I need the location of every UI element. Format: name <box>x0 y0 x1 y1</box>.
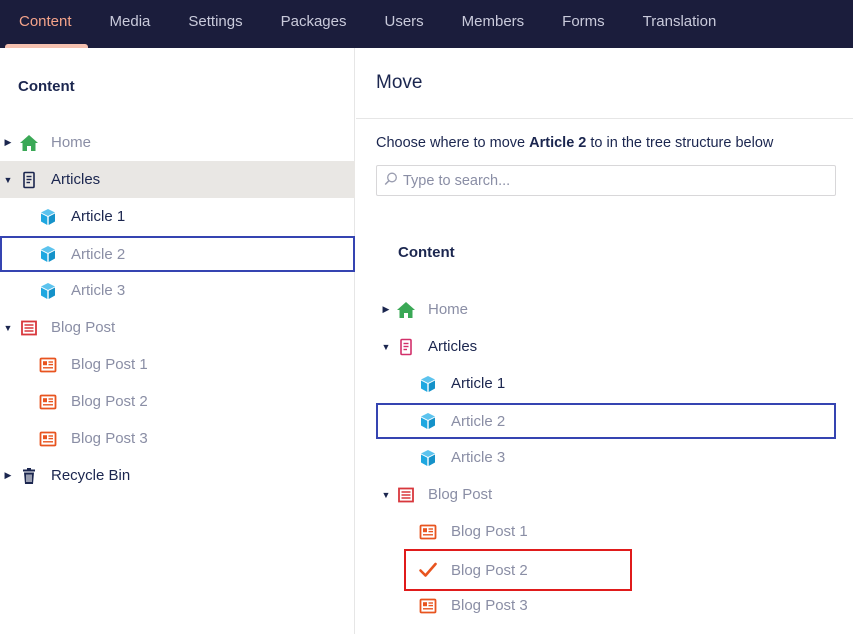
cube-icon <box>38 207 58 227</box>
tree-item-label: Articles <box>428 338 478 355</box>
tree-item-label: Recycle Bin <box>51 467 131 484</box>
move-tree-item-blog-post[interactable]: ▼ Blog Post <box>376 476 836 513</box>
tree-item-label: Blog Post 2 <box>451 561 528 579</box>
newspaper-icon <box>418 596 438 616</box>
newspaper-icon <box>19 318 39 338</box>
tree-item-blog-post-2[interactable]: Blog Post 2 <box>0 383 355 420</box>
caret-right-icon[interactable]: ▶ <box>1 137 15 148</box>
newspaper-icon <box>396 485 416 505</box>
cube-icon <box>418 411 438 431</box>
search-box[interactable] <box>376 165 836 196</box>
tree-item-label: Blog Post 1 <box>451 523 528 540</box>
tab-media[interactable]: Media <box>91 0 170 48</box>
cube-icon <box>38 281 58 301</box>
tree-item-label: Home <box>428 301 469 318</box>
tree-item-label: Article 2 <box>71 245 126 263</box>
tree-item-label: Blog Post 3 <box>451 597 528 614</box>
cube-icon <box>418 448 438 468</box>
tree-item-label: Blog Post 1 <box>71 356 148 373</box>
tab-packages[interactable]: Packages <box>262 0 366 48</box>
tree-item-label: Blog Post <box>428 486 493 503</box>
instruction-item-name: Article 2 <box>529 135 587 151</box>
newspaper-icon <box>38 429 58 449</box>
tree-item-label: Article 3 <box>451 449 506 466</box>
search-input[interactable] <box>403 172 823 189</box>
tree-item-home[interactable]: ▶ Home <box>0 124 355 161</box>
move-tree-title: Content <box>398 244 455 261</box>
instruction-text-end: to in the tree structure below <box>586 135 774 151</box>
move-tree-item-article-1[interactable]: Article 1 <box>376 365 836 402</box>
move-dialog-title: Move <box>376 72 423 93</box>
tree-item-blog-post[interactable]: ▼ Blog Post <box>0 309 355 346</box>
move-tree-item-articles[interactable]: ▼ Articles <box>376 328 836 365</box>
content-tree-panel: Content ▶ Home ▼ Articles Article 1 Arti… <box>0 48 355 634</box>
move-dialog-header: Move <box>356 48 853 119</box>
newspaper-icon <box>38 355 58 375</box>
tree-item-article-1[interactable]: Article 1 <box>0 198 355 235</box>
instruction-text-start: Choose where to move <box>376 135 530 151</box>
tree-item-label: Article 1 <box>451 375 506 392</box>
caret-down-icon[interactable]: ▼ <box>1 175 15 185</box>
cube-icon <box>38 244 58 264</box>
newspaper-icon <box>38 392 58 412</box>
move-tree-item-article-2[interactable]: Article 2 <box>376 403 836 439</box>
tree-item-label: Blog Post <box>51 319 116 336</box>
home-icon <box>19 133 39 153</box>
tree-item-label: Article 2 <box>451 412 506 430</box>
search-icon <box>383 171 399 191</box>
cube-icon <box>418 374 438 394</box>
tab-content[interactable]: Content <box>0 0 91 48</box>
move-instruction: Choose where to move Article 2 to in the… <box>376 135 773 151</box>
tab-users[interactable]: Users <box>365 0 442 48</box>
move-tree-item-blog-post-2[interactable]: Blog Post 2 <box>404 549 632 591</box>
caret-down-icon[interactable]: ▼ <box>379 342 393 352</box>
tree-item-article-3[interactable]: Article 3 <box>0 272 355 309</box>
tree-item-label: Articles <box>51 171 101 188</box>
caret-down-icon[interactable]: ▼ <box>379 490 393 500</box>
tree-item-article-2[interactable]: Article 2 <box>0 236 355 272</box>
tree-item-label: Home <box>51 134 92 151</box>
tree-item-label: Blog Post 3 <box>71 430 148 447</box>
tree-item-blog-post-3[interactable]: Blog Post 3 <box>0 420 355 457</box>
trash-icon <box>19 466 39 486</box>
tab-forms[interactable]: Forms <box>543 0 624 48</box>
move-tree-item-article-3[interactable]: Article 3 <box>376 439 836 476</box>
caret-right-icon[interactable]: ▶ <box>379 304 393 315</box>
caret-down-icon[interactable]: ▼ <box>1 323 15 333</box>
checkmark-icon <box>418 560 438 580</box>
newspaper-icon <box>418 522 438 542</box>
document-list-icon <box>396 337 416 357</box>
content-tree-title: Content <box>18 78 75 95</box>
tab-members[interactable]: Members <box>443 0 544 48</box>
home-icon <box>396 300 416 320</box>
tree-item-recycle-bin[interactable]: ▶ Recycle Bin <box>0 457 355 494</box>
tree-item-blog-post-1[interactable]: Blog Post 1 <box>0 346 355 383</box>
move-dialog-panel: Move Choose where to move Article 2 to i… <box>356 48 853 634</box>
move-tree-item-home[interactable]: ▶ Home <box>376 291 836 328</box>
caret-right-icon[interactable]: ▶ <box>1 470 15 481</box>
move-tree-item-blog-post-1[interactable]: Blog Post 1 <box>376 513 836 550</box>
tree-item-label: Article 3 <box>71 282 126 299</box>
tree-item-label: Article 1 <box>71 208 126 225</box>
document-list-icon <box>19 170 39 190</box>
tree-item-label: Blog Post 2 <box>71 393 148 410</box>
tab-settings[interactable]: Settings <box>169 0 261 48</box>
tree-item-articles[interactable]: ▼ Articles <box>0 161 355 198</box>
tab-translation[interactable]: Translation <box>624 0 736 48</box>
move-tree-item-blog-post-3[interactable]: Blog Post 3 <box>376 587 836 624</box>
top-navigation: Content Media Settings Packages Users Me… <box>0 0 853 48</box>
